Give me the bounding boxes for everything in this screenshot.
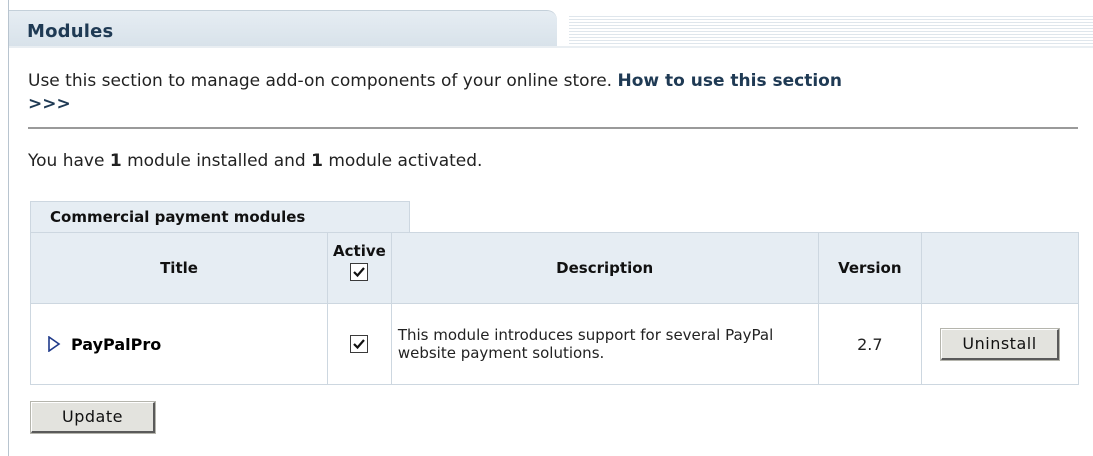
table-header-row: Title Active Description Version	[29, 232, 1079, 304]
page-header: Modules	[9, 10, 1093, 47]
module-active-checkbox[interactable]	[350, 334, 369, 353]
how-to-use-link[interactable]: How to use this section	[617, 71, 841, 91]
column-header-active-label: Active	[333, 242, 386, 260]
module-description: This module introduces support for sever…	[397, 326, 774, 362]
select-all-active-checkbox[interactable]	[350, 263, 369, 281]
summary-prefix: You have	[28, 151, 110, 171]
installed-count: 1	[109, 151, 122, 171]
column-header-description: Description	[390, 232, 819, 304]
checkmark-icon	[353, 338, 366, 349]
module-version: 2.7	[817, 303, 923, 385]
modules-table: Title Active Description Version PayPalP…	[29, 232, 1079, 385]
install-summary: You have 1 module installed and 1 module…	[28, 151, 482, 171]
section-tab-commercial-payment: Commercial payment modules	[30, 201, 410, 234]
update-button[interactable]: Update	[31, 402, 155, 433]
uninstall-button[interactable]: Uninstall	[941, 328, 1060, 360]
activated-count: 1	[311, 151, 323, 171]
column-header-version: Version	[817, 232, 923, 304]
more-link[interactable]: >>>	[28, 94, 71, 114]
header-divider	[9, 46, 1093, 48]
triangle-right-icon[interactable]	[47, 336, 61, 352]
section-tab-label: Commercial payment modules	[50, 208, 306, 226]
module-action-cell: Uninstall	[921, 303, 1079, 385]
column-header-title: Title	[29, 232, 329, 304]
table-row: PayPalPro This module introduces support…	[29, 303, 1079, 385]
module-active-cell	[327, 303, 392, 385]
page-title: Modules	[27, 21, 114, 42]
header-stripes	[569, 16, 1093, 46]
column-header-action	[921, 232, 1079, 304]
header-tab: Modules	[9, 10, 557, 47]
modules-page: Modules Use this section to manage add-o…	[0, 0, 1093, 456]
section-divider	[28, 127, 1078, 129]
summary-suffix: module activated.	[322, 151, 483, 171]
left-border	[8, 0, 9, 456]
intro-text: Use this section to manage add-on compon…	[28, 70, 1078, 116]
module-title-cell: PayPalPro	[29, 303, 329, 385]
intro-description: Use this section to manage add-on compon…	[28, 71, 613, 91]
module-description-cell: This module introduces support for sever…	[390, 303, 819, 385]
summary-middle: module installed and	[121, 151, 312, 171]
checkmark-icon	[353, 267, 366, 278]
column-header-active: Active	[327, 232, 392, 304]
module-title[interactable]: PayPalPro	[71, 335, 161, 354]
